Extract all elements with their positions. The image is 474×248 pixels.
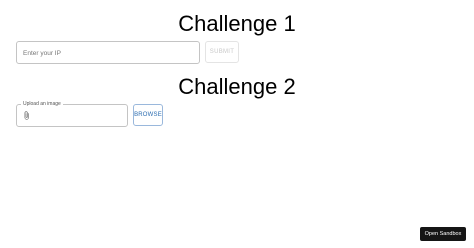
ip-input[interactable]	[17, 43, 199, 64]
page: Challenge 1 SUBMIT Challenge 2 Upload an…	[0, 0, 474, 248]
ip-input-field[interactable]	[16, 41, 200, 64]
challenge-2-title: Challenge 2	[178, 74, 296, 99]
open-sandbox-button[interactable]: Open Sandbox	[420, 227, 466, 241]
submit-button[interactable]: SUBMIT	[205, 41, 239, 63]
image-upload-field[interactable]: Upload an image	[16, 100, 128, 127]
browse-button[interactable]: BROWSE	[133, 104, 163, 126]
upload-field-label: Upload an image	[21, 100, 63, 108]
paperclip-icon	[24, 111, 29, 120]
challenge-1-title: Challenge 1	[178, 11, 296, 36]
